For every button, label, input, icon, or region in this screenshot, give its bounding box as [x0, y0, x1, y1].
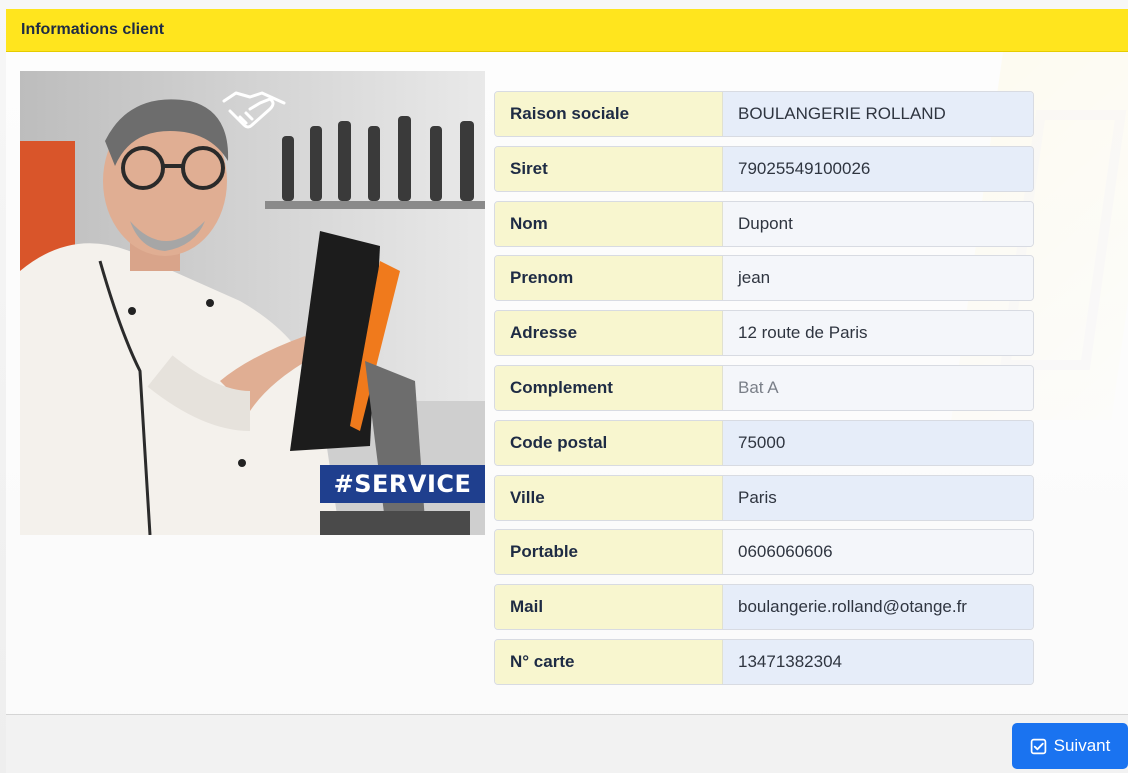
field-value[interactable]: 79025549100026: [723, 146, 1033, 191]
panel-header: Informations client: [6, 9, 1128, 52]
field-row: Complement Bat A: [494, 364, 1034, 411]
field-label: Adresse: [495, 311, 723, 356]
field-row: Ville Paris: [494, 474, 1034, 521]
field-value[interactable]: 13471382304: [723, 639, 1033, 684]
next-button[interactable]: Suivant: [1012, 723, 1128, 769]
field-value[interactable]: BOULANGERIE ROLLAND: [723, 92, 1033, 136]
handshake-icon: [222, 91, 286, 129]
service-tag: #SERVICE: [320, 465, 485, 503]
field-value[interactable]: Bat A: [723, 365, 1033, 410]
panel-footer: [6, 715, 1128, 773]
panel-title: Informations client: [21, 21, 165, 38]
field-value[interactable]: 12 route de Paris: [723, 311, 1033, 356]
field-label: Prenom: [495, 256, 723, 301]
field-row: Prenom jean: [494, 255, 1034, 302]
field-row: Nom Dupont: [494, 200, 1034, 247]
field-label: N° carte: [495, 639, 723, 684]
field-row: Siret 79025549100026: [494, 145, 1034, 192]
field-row: Mail boulangerie.rolland@otange.fr: [494, 584, 1034, 631]
field-row: Portable 0606060606: [494, 529, 1034, 576]
check-square-icon: [1030, 738, 1046, 754]
field-label: Code postal: [495, 420, 723, 465]
page: Informations client #SERVICE Raison soci…: [0, 0, 1128, 773]
field-label: Siret: [495, 146, 723, 191]
client-info-form: Raison sociale BOULANGERIE ROLLAND Siret 79…: [494, 91, 1034, 694]
chef-photo: #SERVICE: [20, 71, 485, 535]
field-value[interactable]: Paris: [723, 475, 1033, 520]
field-value[interactable]: boulangerie.rolland@otange.fr: [723, 585, 1033, 630]
field-label: Portable: [495, 530, 723, 575]
next-button-label: Suivant: [1053, 736, 1111, 755]
field-label: Raison sociale: [495, 92, 723, 136]
field-value[interactable]: jean: [723, 256, 1033, 301]
field-row: Code postal 75000: [494, 419, 1034, 466]
field-value[interactable]: 75000: [723, 420, 1033, 465]
field-label: Complement: [495, 365, 723, 410]
field-value[interactable]: 0606060606: [723, 530, 1033, 575]
client-info-panel: Informations client #SERVICE Raison soci…: [6, 9, 1128, 773]
field-label: Nom: [495, 201, 723, 246]
field-row: Raison sociale BOULANGERIE ROLLAND: [494, 91, 1034, 137]
field-label: Mail: [495, 585, 723, 630]
field-label: Ville: [495, 475, 723, 520]
field-value[interactable]: Dupont: [723, 201, 1033, 246]
field-row: Adresse 12 route de Paris: [494, 310, 1034, 357]
field-row: N° carte 13471382304: [494, 638, 1034, 685]
